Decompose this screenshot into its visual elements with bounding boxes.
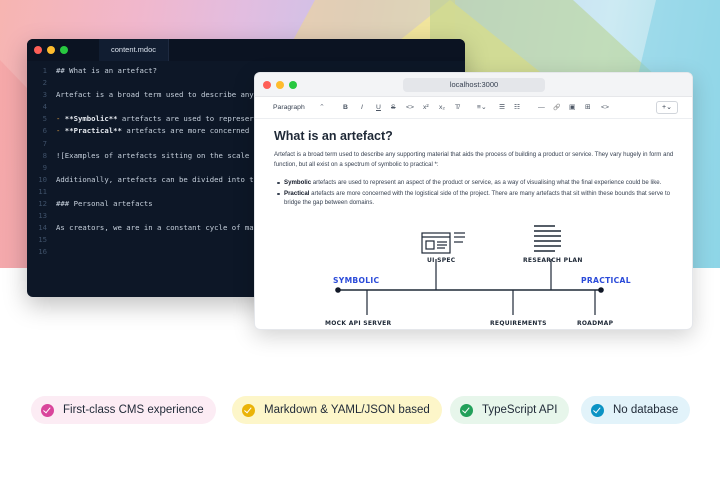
inline-code-button[interactable]: <>: [406, 102, 414, 114]
line-number: 15: [38, 235, 47, 245]
roadmap-label: ROADMAP: [577, 320, 614, 327]
code-block-button[interactable]: <>: [601, 102, 609, 114]
feature-list: First-class CMS experience Markdown & YA…: [0, 396, 720, 424]
code-text: ![Examples of artefacts sitting on the s…: [56, 150, 250, 160]
line-number: 12: [38, 199, 47, 209]
feature-label: TypeScript API: [482, 404, 558, 416]
check-icon: [41, 403, 54, 417]
requirements-label: REQUIREMENTS: [490, 320, 547, 327]
feature-pill: First-class CMS experience: [31, 396, 216, 424]
code-text: As creators, we are in a constant cycle …: [56, 223, 254, 233]
code-text: ## What is an artefact?: [56, 66, 158, 75]
strikethrough-button[interactable]: S: [391, 102, 396, 114]
document-heading: What is an artefact?: [274, 129, 393, 143]
check-icon: [242, 403, 255, 417]
document-intro: Artefact is a broad term used to describ…: [274, 151, 674, 168]
line-number: 13: [38, 211, 47, 221]
document-content[interactable]: What is an artefact? Artefact is a broad…: [274, 129, 676, 209]
check-icon: [591, 403, 604, 417]
line-number: 14: [38, 223, 47, 233]
feature-label: Markdown & YAML/JSON based: [264, 404, 430, 416]
feature-label: First-class CMS experience: [63, 404, 204, 416]
window-controls: [34, 46, 68, 54]
paragraph-chevron-icon[interactable]: ⌃: [319, 102, 325, 114]
underline-button[interactable]: U: [376, 102, 381, 114]
maximize-dot-icon[interactable]: [289, 81, 297, 89]
link-button[interactable]: 🔗: [553, 102, 560, 114]
line-number: 6: [42, 126, 47, 136]
clear-format-button[interactable]: T̸: [455, 102, 459, 114]
minimize-dot-icon[interactable]: [276, 81, 284, 89]
paragraph-select[interactable]: Paragraph: [273, 102, 305, 114]
list-item: Symbolic artefacts are used to represent…: [274, 178, 676, 188]
symbolic-label: SYMBOLIC: [333, 276, 380, 285]
list-item: Practical artefacts are more concerned w…: [274, 189, 676, 208]
bold-button[interactable]: B: [343, 102, 348, 114]
code-text: Additionally, artefacts can be divided i…: [56, 174, 254, 184]
bullet-list-button[interactable]: ☰: [499, 102, 505, 114]
divider-button[interactable]: —: [538, 102, 545, 114]
url-bar[interactable]: localhost:3000: [403, 78, 545, 92]
document-bullet-list: Symbolic artefacts are used to represent…: [274, 178, 676, 208]
line-number: 7: [42, 138, 47, 148]
check-icon: [460, 403, 473, 417]
spectrum-start-dot: [335, 287, 341, 293]
table-button[interactable]: ⊞: [585, 102, 591, 114]
editor-titlebar: content.mdoc: [27, 39, 465, 61]
ordered-list-button[interactable]: ☷: [514, 102, 520, 114]
mock-api-server-label: MOCK API SERVER: [325, 320, 392, 327]
line-number: 16: [38, 247, 47, 257]
ui-spec-label: UI SPEC: [427, 257, 456, 264]
browser-window: localhost:3000 Paragraph ⌃ B I U S <> x²…: [254, 72, 693, 330]
image-button[interactable]: ▣: [569, 102, 575, 114]
line-number: 5: [42, 114, 47, 124]
line-number: 8: [42, 150, 47, 160]
feature-pill: No database: [581, 396, 691, 424]
line-number: 11: [38, 186, 47, 196]
line-number: 4: [42, 102, 47, 112]
minimize-dot-icon[interactable]: [47, 46, 55, 54]
browser-titlebar: localhost:3000: [255, 73, 692, 97]
line-number: 9: [42, 162, 47, 172]
feature-pill: TypeScript API: [450, 396, 570, 424]
editor-file-tab[interactable]: content.mdoc: [99, 39, 170, 61]
practical-label: PRACTICAL: [581, 276, 631, 285]
maximize-dot-icon[interactable]: [60, 46, 68, 54]
code-text: Artefact is a broad term used to describ…: [56, 90, 254, 100]
italic-button[interactable]: I: [361, 102, 363, 114]
subscript-button[interactable]: x₂: [439, 102, 445, 114]
spectrum-end-dot: [598, 287, 604, 293]
line-number: 2: [42, 78, 47, 88]
window-controls: [263, 81, 297, 89]
code-text: ### Personal artefacts: [56, 199, 153, 209]
ui-spec-icon: [421, 232, 465, 254]
feature-pill: Markdown & YAML/JSON based: [232, 396, 442, 424]
code-text: - **Symbolic** artefacts are used to rep…: [56, 114, 254, 124]
line-number: 3: [42, 90, 47, 100]
close-dot-icon[interactable]: [263, 81, 271, 89]
align-button[interactable]: ≡⌄: [477, 102, 487, 114]
line-number: 10: [38, 174, 47, 184]
close-dot-icon[interactable]: [34, 46, 42, 54]
code-text: - **Practical** artefacts are more conce…: [56, 126, 250, 136]
line-number: 1: [42, 66, 47, 75]
superscript-button[interactable]: x²: [423, 102, 429, 114]
insert-menu-button[interactable]: +⌄: [656, 101, 678, 114]
research-plan-icon: [534, 225, 561, 252]
feature-label: No database: [613, 404, 679, 416]
research-plan-label: RESEARCH PLAN: [523, 257, 583, 264]
editor-toolbar: Paragraph ⌃ B I U S <> x² x₂ T̸ ≡⌄ ☰ ☷ —…: [255, 97, 692, 119]
